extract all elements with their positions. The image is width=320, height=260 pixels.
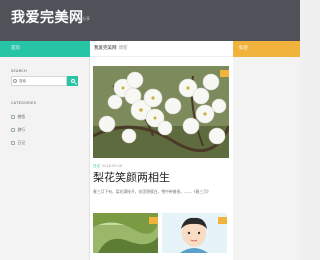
category-item[interactable]: 感悟 <box>11 114 25 120</box>
nav-home-label: 首页 <box>11 46 20 51</box>
search-icon <box>13 78 17 83</box>
folder-icon <box>11 128 15 132</box>
main-subtitle: 博客 <box>118 46 128 51</box>
nav-home[interactable]: 首页 <box>0 41 90 57</box>
site-tagline: 个人知识分享 <box>66 16 90 21</box>
post-tag[interactable]: 日记 <box>93 164 100 168</box>
sidebar: 首页 SEARCH CATEGORIES 感悟 旅行 日记 <box>0 41 90 260</box>
post-date: 2018-09-18 <box>102 164 123 168</box>
site-header: 我爱完美网 个人知识分享 <box>0 0 300 41</box>
post-badge <box>218 217 227 224</box>
post-image[interactable] <box>93 66 229 158</box>
post-excerpt: 春三月下旬，梨花满枝开，花团锦簇白，雪中带着香。——《春三月》 <box>93 189 211 194</box>
magnifier-icon <box>70 78 75 83</box>
category-label: 旅行 <box>17 127 26 132</box>
post-badge <box>220 70 229 77</box>
category-label: 日记 <box>17 140 26 145</box>
pear-blossom-image <box>93 66 229 158</box>
post-thumbnail[interactable] <box>162 213 227 253</box>
category-label: 感悟 <box>17 114 26 119</box>
categories-heading: CATEGORIES <box>11 101 37 105</box>
category-item[interactable]: 日记 <box>11 140 25 146</box>
featured-post[interactable]: 日记 2018-09-18 梨花笑颜两相生 春三月下旬，梨花满枝开，花团锦簇白，雪… <box>93 66 229 201</box>
category-item[interactable]: 旅行 <box>11 127 25 133</box>
post-badge <box>149 217 158 224</box>
main-title-bar: 我爱完美网 博客 <box>90 41 233 57</box>
main-title: 我爱完美网 博客 <box>94 46 128 52</box>
right-band-label: 标签 <box>239 46 248 51</box>
main-title-text: 我爱完美网 <box>94 46 117 51</box>
folder-icon <box>11 141 15 145</box>
main-content: 我爱完美网 博客 日记 2018-09-18 梨花笑颜两相生 春三月下旬，梨花满… <box>90 41 233 260</box>
search-button[interactable] <box>67 76 78 86</box>
post-thumbnail[interactable] <box>93 213 158 253</box>
search-input[interactable] <box>11 76 67 86</box>
right-header-band[interactable]: 标签 <box>233 41 300 57</box>
right-sidebar: 标签 <box>233 41 300 260</box>
post-title[interactable]: 梨花笑颜两相生 <box>93 171 170 185</box>
folder-icon <box>11 115 15 119</box>
search-heading: SEARCH <box>11 69 27 73</box>
post-meta: 日记 2018-09-18 <box>93 164 122 169</box>
